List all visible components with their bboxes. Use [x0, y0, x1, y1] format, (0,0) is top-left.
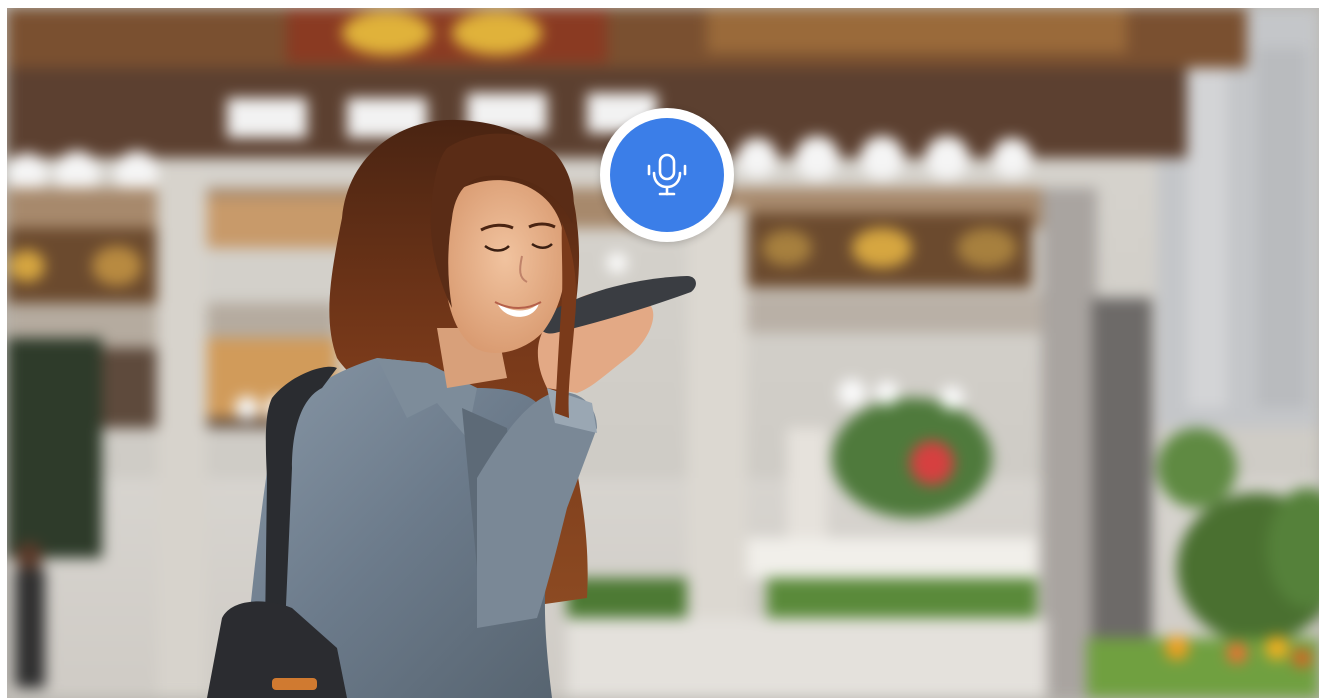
- microphone-icon: [647, 153, 687, 196]
- microphone-button-circle: [610, 118, 724, 232]
- photo-frame: [7, 8, 1319, 698]
- microphone-button[interactable]: [600, 108, 734, 242]
